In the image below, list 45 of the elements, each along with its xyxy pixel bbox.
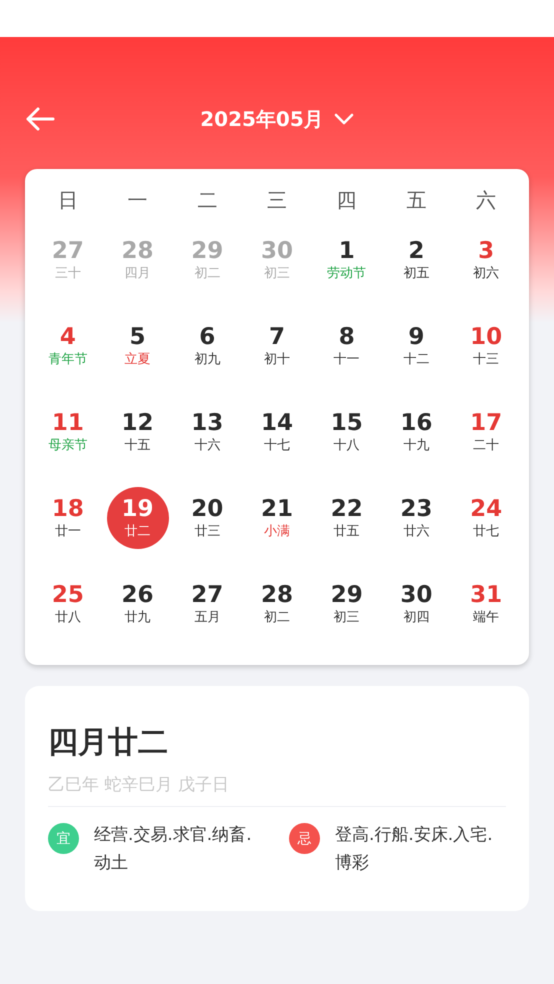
day-cell[interactable]: 19 廿二 xyxy=(106,487,169,549)
day-cell[interactable]: 4 青年节 xyxy=(36,315,99,377)
day-cell[interactable]: 20 廿三 xyxy=(176,487,238,549)
category-badge: 宜 xyxy=(48,823,79,854)
day-cell[interactable]: 11 母亲节 xyxy=(36,401,99,463)
day-cell[interactable]: 24 廿七 xyxy=(455,487,518,549)
day-cell[interactable]: 3 初六 xyxy=(455,229,518,291)
day-cell[interactable]: 22 廿五 xyxy=(316,487,378,549)
day-cell[interactable]: 17 二十 xyxy=(455,401,518,463)
day-cell[interactable]: 10 十三 xyxy=(455,315,518,377)
day-cell[interactable]: 15 十八 xyxy=(316,401,378,463)
day-cell[interactable]: 18 廿一 xyxy=(36,487,99,549)
activity-list: 经营.交易.求官.纳畜.动土 xyxy=(94,821,265,877)
day-cell[interactable]: 25 廿八 xyxy=(36,573,99,635)
day-cell[interactable]: 2 初五 xyxy=(385,229,448,291)
day-cell[interactable]: 7 初十 xyxy=(246,315,308,377)
day-cell[interactable]: 14 十七 xyxy=(246,401,308,463)
day-cell[interactable]: 9 十二 xyxy=(385,315,448,377)
weekday-label: 五 xyxy=(406,187,426,214)
day-cell[interactable]: 12 十五 xyxy=(106,401,169,463)
weekday-label: 日 xyxy=(58,187,78,214)
activity-list: 登高.行船.安床.入宅.博彩 xyxy=(335,821,506,877)
weekday-label: 二 xyxy=(197,187,218,214)
day-cell[interactable]: 31 端午 xyxy=(455,573,518,635)
day-cell[interactable]: 8 十一 xyxy=(316,315,378,377)
day-cell[interactable]: 26 廿九 xyxy=(106,573,169,635)
day-cell[interactable]: 30 初四 xyxy=(385,573,448,635)
day-cell[interactable]: 13 十六 xyxy=(176,401,238,463)
day-cell[interactable]: 16 十九 xyxy=(385,401,448,463)
weekday-label: 六 xyxy=(476,187,496,214)
weekday-label: 四 xyxy=(336,187,357,214)
chevron-down-icon xyxy=(334,113,354,125)
day-cell[interactable]: 6 初九 xyxy=(176,315,238,377)
back-arrow-icon[interactable] xyxy=(25,107,55,131)
weekday-label: 三 xyxy=(266,187,287,214)
lunar-date: 四月廿二 xyxy=(48,724,169,762)
day-cell[interactable]: 27 五月 xyxy=(176,573,238,635)
day-cell[interactable]: 1 劳动节 xyxy=(316,229,378,291)
day-cell[interactable]: 23 廿六 xyxy=(385,487,448,549)
day-cell[interactable]: 28 初二 xyxy=(246,573,308,635)
day-cell[interactable]: 29 初三 xyxy=(316,573,378,635)
category-badge: 忌 xyxy=(289,823,320,854)
weekday-label: 一 xyxy=(128,187,148,214)
day-cell[interactable]: 21 小满 xyxy=(246,487,308,549)
day-cell[interactable]: 5 立夏 xyxy=(106,315,169,377)
